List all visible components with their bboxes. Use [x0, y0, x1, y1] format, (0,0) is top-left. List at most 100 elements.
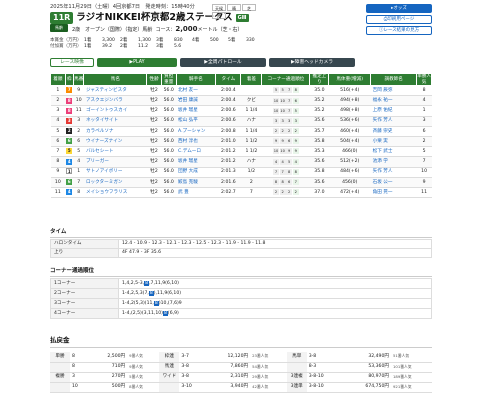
- jockey-link[interactable]: A.プーシャン: [176, 126, 216, 137]
- payout-cell: 54番人気: [250, 362, 287, 373]
- trainer-link[interactable]: 矢作 芳人: [370, 116, 417, 127]
- popularity: 8: [416, 85, 432, 97]
- table-row[interactable]: 5 2 2 カラペルソナ 牡2 56.0 A.プーシャン 2:00.8 1 1/4 2 2 2 2 35.…: [50, 126, 432, 137]
- payout-cell: 270円: [87, 372, 128, 383]
- corner-position: 9: [286, 148, 293, 155]
- body-weight: 466(0): [328, 146, 371, 158]
- corner-order: 1-4,2(5,3)(11,8)10,(7,6)9: [118, 298, 432, 309]
- trainer-link[interactable]: 池添 学: [370, 156, 417, 168]
- jockey-link[interactable]: 坂井 瑠星: [176, 156, 216, 168]
- race-name: ラジオNIKKEI杯京都2歳ステークス: [76, 12, 233, 24]
- weight-carried: 56.0: [161, 156, 177, 168]
- jockey-link[interactable]: 武 豊: [176, 187, 216, 199]
- trainer-link[interactable]: 吉岡 辰弥: [370, 85, 417, 97]
- last-3f: 35.6: [309, 156, 329, 168]
- corner-position: 2: [273, 189, 279, 196]
- table-row[interactable]: 3 8 11 ゴーイントゥスカイ 牡2 56.0 坂井 瑠星 2:00.6 1 1/4 10 10 7…: [50, 105, 432, 117]
- frame-badge: 4: [66, 189, 73, 196]
- jockey-link[interactable]: C.デムーロ: [176, 146, 216, 158]
- body-weight: 512(+2): [328, 156, 371, 168]
- payout-cell: 3連単: [286, 382, 307, 393]
- horse-name-link[interactable]: バルセシート: [83, 146, 147, 158]
- trainer-link[interactable]: 松下 武士: [370, 146, 417, 158]
- corner-positions: 8867: [261, 177, 310, 188]
- head-camera-button[interactable]: ▶ 障害ヘッドカメラ: [269, 58, 355, 67]
- horse-name-link[interactable]: ウイナーズナイン: [83, 136, 147, 148]
- frame-cell: 2: [65, 126, 74, 137]
- trainer-link[interactable]: 石坂 公一: [370, 177, 417, 188]
- weight-carried: 56.0: [161, 167, 177, 178]
- corner-table: 1コーナー 1,4,2,5-3,8,7,11,9(6,10) 2コーナー 1-4,2,…: [50, 278, 432, 319]
- race-time: 2:01.3: [215, 167, 241, 178]
- margin: 7: [240, 187, 262, 199]
- jockey-link[interactable]: 北村 友一: [176, 85, 216, 97]
- trainer-link[interactable]: 上原 佑紀: [370, 105, 417, 117]
- payout-cell: 3-8-10: [306, 382, 342, 393]
- table-row[interactable]: 2 8 10 アスクエジンバラ 牡2 56.0 岩田 康誠 2:00.4 クビ 10 10 7 6 35.…: [50, 95, 432, 107]
- patrol-button[interactable]: ▶ 全周パトロール: [180, 58, 266, 67]
- table-row[interactable]: 7 5 5 バルセシート 牡2 56.0 C.デムーロ 2:01.2 1 1/2 10 10 9 9 35…: [50, 146, 432, 158]
- horse-name-link[interactable]: アスクエジンバラ: [83, 95, 147, 107]
- jockey-link[interactable]: 鮫島 克駿: [176, 177, 216, 188]
- sex-age: 牡2: [146, 167, 162, 178]
- payout-cell: 9番人気: [127, 352, 160, 363]
- horse-name-link[interactable]: ブリーガー: [83, 156, 147, 168]
- tab-race-video[interactable]: レース映像: [50, 58, 94, 67]
- prize-table: 本賞金（万円） 1着 3,300 2着 1,300 3着 830 4着 500 5着 330 付加賞（…: [50, 38, 264, 50]
- corner-position: 6: [286, 179, 293, 186]
- table-row[interactable]: 9 1 1 サトノアイボリー 牡2 56.0 団野 大成 2:01.3 1/2 7 7 8 8 35.8 4…: [50, 167, 432, 178]
- horse-name-link[interactable]: ロックターミガン: [83, 177, 147, 188]
- play-button[interactable]: ▶ PLAY: [97, 58, 177, 67]
- jockey-link[interactable]: 岩田 康誠: [176, 95, 216, 107]
- results-header: 調教師名: [370, 73, 418, 86]
- frame-cell: 5: [65, 146, 74, 158]
- finish-rank: 11: [50, 187, 66, 199]
- jockey-link[interactable]: 西村 淳也: [176, 136, 216, 148]
- payout-cell: 3-8: [179, 362, 206, 373]
- payout-cell: [286, 362, 307, 373]
- jockey-link[interactable]: 坂井 瑠星: [176, 105, 216, 117]
- corner-positions: 10 10 9 9: [261, 146, 310, 158]
- payout-cell: 3連複: [286, 372, 307, 383]
- horse-name-link[interactable]: カラペルソナ: [83, 126, 147, 137]
- corner-position: 7: [286, 87, 293, 94]
- race-time: 2:00.6: [215, 116, 241, 127]
- horse-name-link[interactable]: ジャスティンビスタ: [83, 85, 147, 97]
- corner-section-title: コーナー通過順位: [50, 268, 95, 274]
- corner-position: 6: [286, 138, 293, 145]
- time-row: ハロンタイム 12.4 - 10.9 - 12.3 - 12.1 - 12.3 -…: [50, 239, 432, 249]
- weather-box: 天候晴芝良: [212, 4, 256, 19]
- horse-name-link[interactable]: ゴーイントゥスカイ: [83, 105, 147, 117]
- finish-rank: 3: [50, 105, 66, 117]
- trainer-link[interactable]: 斉藤 崇史: [370, 126, 417, 137]
- print-button[interactable]: ⎙ 印刷用ページ: [366, 15, 432, 24]
- jockey-link[interactable]: 松山 弘平: [176, 116, 216, 127]
- side-buttons: ▸ オッズ ⎙ 印刷用ページ ⓘ レース結果の見方: [366, 4, 432, 37]
- trainer-link[interactable]: 矢作 芳人: [370, 167, 417, 178]
- corner-label: 3コーナー: [50, 298, 119, 309]
- payout-title: 払戻金: [50, 336, 70, 344]
- horse-name-link[interactable]: メイショウフラリス: [83, 187, 147, 199]
- table-row[interactable]: 10 6 7 ロックターミガン 牡2 56.0 鮫島 克駿 2:01.6 2 8 8 6 7 35.6 45…: [50, 177, 432, 188]
- jockey-link[interactable]: 団野 大成: [176, 167, 216, 178]
- trainer-link[interactable]: 小栗 実: [370, 136, 417, 148]
- trainer-link[interactable]: 福永 祐一: [370, 95, 417, 107]
- trainer-link[interactable]: 角田 晃一: [370, 187, 417, 199]
- table-row[interactable]: 8 4 4 ブリーガー 牡2 56.0 坂井 瑠星 2:01.2 ハナ 4 4 5 4 35.6 512(+…: [50, 156, 432, 168]
- table-row[interactable]: 11 4 8 メイショウフラリス 牡2 56.0 武 豊 2:02.7 7 2 2 2 2 37.0 472…: [50, 187, 432, 199]
- payout-cell: 32,490円: [341, 352, 391, 363]
- table-row[interactable]: 1 7 9 ジャスティンビスタ 牡2 56.0 北村 友一 2:00.4 5 5 7 8 35.0 516…: [50, 85, 432, 97]
- payout-cell: 189番人気: [391, 372, 432, 383]
- table-row[interactable]: 6 6 6 ウイナーズナイン 牡2 56.0 西村 淳也 2:01.0 1 1/2 9 9 6 9 35.…: [50, 136, 432, 148]
- corner-position: 2: [286, 128, 293, 135]
- payout-cell: 8: [70, 352, 88, 363]
- how-to-read-button[interactable]: ⓘ レース結果の見方: [366, 26, 432, 35]
- last-3f: 35.2: [309, 105, 329, 117]
- horse-name-link[interactable]: サトノアイボリー: [83, 167, 147, 178]
- race-time: 2:01.6: [215, 177, 241, 188]
- horse-name-link[interactable]: ネッタイサイト: [83, 116, 147, 127]
- odds-button[interactable]: ▸ オッズ: [366, 4, 432, 13]
- table-row[interactable]: 4 3 3 ネッタイサイト 牡2 56.0 松山 弘平 2:00.6 ハナ 3 3 3 3 35.6 536…: [50, 116, 432, 127]
- corner-positions: 2222: [261, 126, 310, 137]
- corner-positions: 3333: [261, 116, 310, 127]
